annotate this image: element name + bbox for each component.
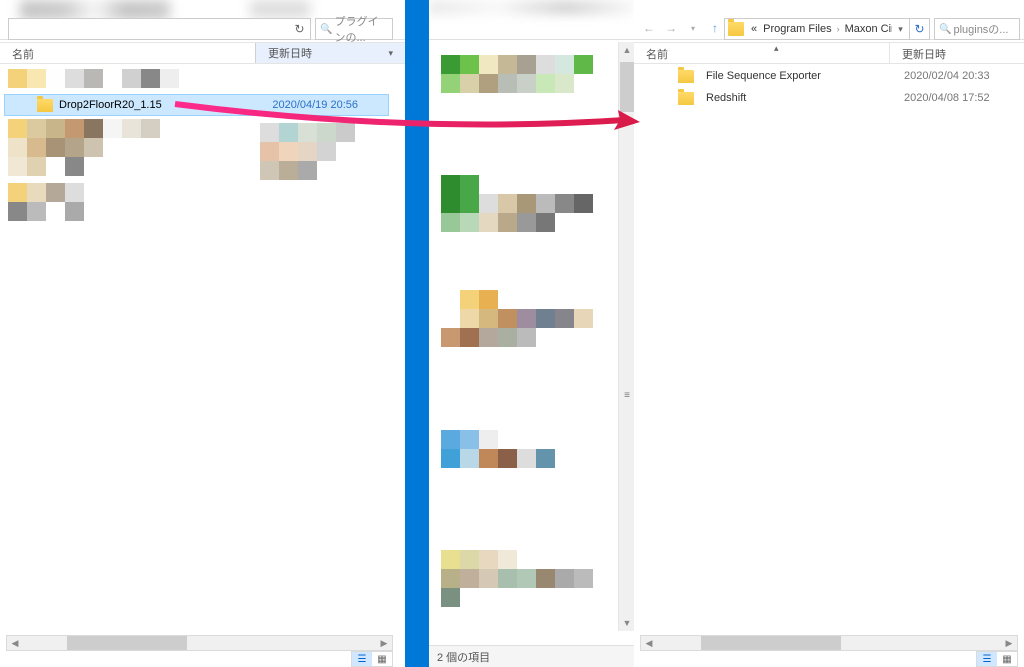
history-dropdown-icon[interactable]: ▾: [684, 19, 702, 37]
file-date-cell: 2020/04/08 17:52: [904, 92, 1024, 104]
file-date-cell: 2020/02/04 20:33: [904, 70, 1024, 82]
mid-explorer-window: ▲ ≡ ▼ 2 個の項目: [429, 0, 634, 667]
selected-file-name: Drop2FloorR20_1.15: [59, 99, 162, 111]
blurred-content: [8, 183, 128, 202]
blur-decor: [250, 0, 310, 18]
blurred-thumbnail: [441, 175, 601, 232]
scroll-down-icon[interactable]: ▼: [620, 615, 634, 631]
right-file-area[interactable]: File Sequence Exporter 2020/02/04 20:33 …: [634, 65, 1024, 627]
column-date-header[interactable]: 更新日時: [889, 43, 1024, 63]
blurred-content: [260, 142, 380, 161]
left-explorer-window: ↻ プラグインの... 名前 更新日時 ▾ Drop2FloorR20_1.15…: [0, 0, 405, 667]
file-name-label: File Sequence Exporter: [706, 70, 821, 82]
blurred-thumbnail: [441, 55, 601, 93]
scrollbar-thumb[interactable]: [67, 636, 187, 650]
left-toolbar: ↻ プラグインの...: [0, 0, 405, 40]
left-file-area[interactable]: Drop2FloorR20_1.15 2020/04/19 20:56: [0, 65, 393, 627]
refresh-icon[interactable]: ↻: [289, 18, 311, 40]
breadcrumb-prefix: «: [748, 23, 760, 35]
blurred-content: [8, 69, 248, 88]
blurred-thumbnail: [441, 550, 601, 607]
address-dropdown-icon[interactable]: ▾: [892, 18, 910, 40]
left-horizontal-scrollbar[interactable]: ◀ ▶: [6, 635, 393, 651]
blurred-content: [260, 161, 380, 180]
thumbnails-view-icon[interactable]: ▦: [372, 652, 392, 666]
thumbnails-view-icon[interactable]: ▦: [997, 652, 1017, 666]
scroll-right-icon[interactable]: ▶: [1001, 636, 1017, 650]
left-view-mode-icons: ☰ ▦: [351, 651, 393, 667]
folder-icon: [728, 22, 744, 36]
up-button[interactable]: ↑: [706, 19, 724, 37]
nav-buttons: ← → ▾ ↑: [640, 19, 724, 37]
blurred-thumbnail: [441, 430, 601, 468]
right-horizontal-scrollbar[interactable]: ◀ ▶: [640, 635, 1018, 651]
right-column-header: ▴ 名前 更新日時: [634, 42, 1024, 64]
blurred-content: [8, 157, 208, 176]
blurred-content: [8, 138, 208, 157]
file-row[interactable]: Redshift 2020/04/08 17:52: [634, 87, 1024, 109]
chevron-down-icon: ▾: [388, 48, 393, 59]
blurred-content: [8, 202, 128, 221]
sort-indicator-icon: ▴: [774, 43, 779, 54]
window-divider: [405, 0, 417, 667]
scroll-right-icon[interactable]: ▶: [376, 636, 392, 650]
blurred-thumbnail: [441, 290, 601, 347]
back-button[interactable]: ←: [640, 19, 658, 37]
right-address-bar[interactable]: « Program Files › Maxon Cinema 4D R21 › …: [724, 18, 916, 40]
folder-icon: [37, 99, 53, 112]
folder-icon: [678, 70, 694, 83]
right-view-mode-icons: ☰ ▦: [976, 651, 1018, 667]
file-name-cell: Redshift: [678, 92, 904, 105]
breadcrumb-seg[interactable]: Program Files: [760, 23, 834, 35]
column-name-header[interactable]: 名前: [634, 43, 889, 63]
scroll-marker-icon: ≡: [620, 387, 634, 403]
selected-file-date: 2020/04/19 20:56: [272, 99, 358, 111]
left-column-header: 名前 更新日時 ▾: [0, 42, 405, 64]
scroll-left-icon[interactable]: ◀: [641, 636, 657, 650]
left-search-input[interactable]: プラグインの...: [315, 18, 393, 40]
selected-file-row[interactable]: Drop2FloorR20_1.15 2020/04/19 20:56: [4, 94, 389, 116]
mid-vertical-scrollbar[interactable]: ▲ ≡ ▼: [618, 42, 634, 631]
mid-toolbar: [429, 0, 634, 40]
blurred-content: [260, 123, 380, 142]
file-row[interactable]: File Sequence Exporter 2020/02/04 20:33: [634, 65, 1024, 87]
folder-icon: [678, 92, 694, 105]
right-toolbar: ← → ▾ ↑ « Program Files › Maxon Cinema 4…: [634, 0, 1024, 40]
details-view-icon[interactable]: ☰: [977, 652, 997, 666]
column-name-header[interactable]: 名前: [0, 43, 255, 63]
blur-decor: [20, 0, 170, 20]
forward-button[interactable]: →: [662, 19, 680, 37]
file-name-label: Redshift: [706, 92, 746, 104]
scrollbar-thumb[interactable]: [620, 62, 634, 112]
window-divider: [417, 0, 429, 667]
left-address-bar[interactable]: [8, 18, 295, 40]
column-date-header[interactable]: 更新日時 ▾: [255, 43, 405, 63]
chevron-right-icon[interactable]: ›: [835, 24, 842, 34]
refresh-icon[interactable]: ↻: [910, 18, 930, 40]
column-date-label: 更新日時: [268, 45, 312, 61]
right-search-input[interactable]: pluginsの...: [934, 18, 1020, 40]
file-name-cell: File Sequence Exporter: [678, 70, 904, 83]
scrollbar-thumb[interactable]: [701, 636, 841, 650]
mid-status-bar: 2 個の項目: [429, 645, 634, 667]
right-explorer-window: ← → ▾ ↑ « Program Files › Maxon Cinema 4…: [634, 0, 1024, 667]
blurred-content: [8, 119, 208, 138]
scroll-up-icon[interactable]: ▲: [620, 42, 634, 58]
scroll-left-icon[interactable]: ◀: [7, 636, 23, 650]
details-view-icon[interactable]: ☰: [352, 652, 372, 666]
blur-decor: [429, 0, 634, 15]
